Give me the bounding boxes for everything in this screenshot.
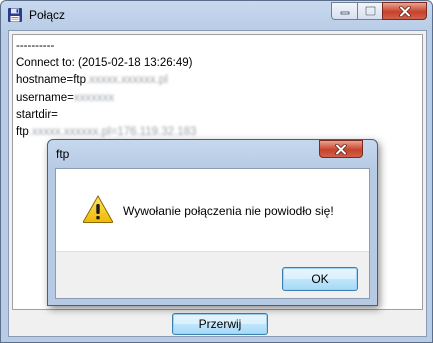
ok-button[interactable]: OK <box>282 267 358 291</box>
maximize-button[interactable] <box>357 2 383 20</box>
dialog-body: Wywołanie połączenia nie powiodło się! O… <box>55 168 370 299</box>
minimize-button[interactable] <box>331 2 358 20</box>
log-line: hostname=ftp.xxxxx.xxxxxx.pl <box>16 74 168 87</box>
dialog-message: Wywołanie połączenia nie powiodło się! <box>123 204 334 218</box>
log-line: Connect to: (2015-02-18 13:26:49) <box>16 57 193 70</box>
minimize-icon <box>340 11 349 15</box>
redacted-text: xxxxxxx <box>73 91 115 104</box>
log-line: ---------- <box>16 40 55 52</box>
redacted-text: .xxxxx.xxxxxx.pl=176.119.32.183 <box>28 126 197 139</box>
dialog-close-button[interactable] <box>319 140 363 158</box>
title-bar[interactable]: Połącz <box>1 1 432 31</box>
log-line: startdir= <box>16 108 58 121</box>
maximize-icon <box>364 6 376 16</box>
close-icon <box>398 5 411 17</box>
floppy-disk-icon <box>8 8 22 22</box>
close-button[interactable] <box>382 2 427 20</box>
abort-button[interactable]: Przerwij <box>172 313 268 335</box>
close-icon <box>335 143 347 155</box>
error-dialog: ftp Wywołanie połączenia nie powiodło si… <box>47 139 378 306</box>
warning-icon <box>82 194 114 223</box>
redacted-text: .xxxxx.xxxxxx.pl <box>86 74 168 87</box>
dialog-title: ftp <box>56 147 70 161</box>
log-line: username=xxxxxxx <box>16 91 115 104</box>
window-title: Połącz <box>29 8 66 22</box>
